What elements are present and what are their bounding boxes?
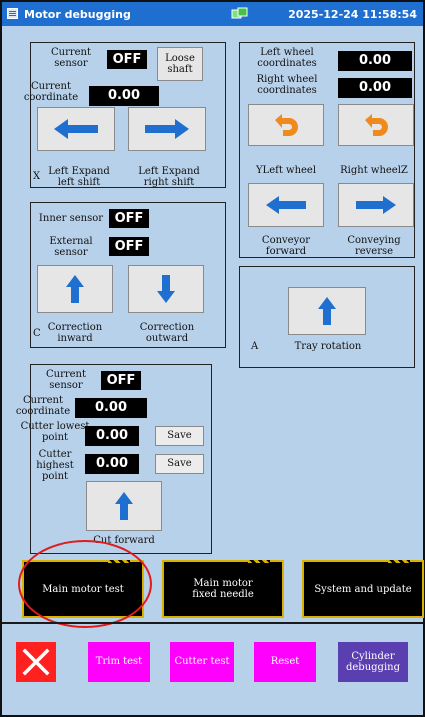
inner-sensor-label: Inner sensor xyxy=(38,213,104,224)
window-title: Motor debugging xyxy=(24,8,131,21)
close-icon xyxy=(22,648,50,676)
up-arrow-icon xyxy=(318,297,336,325)
correction-outward-button[interactable] xyxy=(128,265,204,313)
left-wheel-label: YLeft wheel xyxy=(255,165,317,176)
return-arrow-icon xyxy=(365,114,388,136)
tray-rotation-button[interactable] xyxy=(288,287,366,335)
save-lowest-point-button[interactable]: Save xyxy=(155,426,204,446)
conveying-reverse-button[interactable] xyxy=(338,183,414,227)
app-menu-icon xyxy=(7,8,18,19)
main-motor-test-label: Main motor test xyxy=(42,583,124,595)
left-wheel-coordinates-label: Left wheel coordinates xyxy=(257,47,317,69)
conveying-reverse-label: Conveying reverse xyxy=(347,235,401,257)
cutter-current-sensor-status: OFF xyxy=(101,371,141,390)
cutter-lowest-point-label: Cutter lowest point xyxy=(20,421,90,443)
left-wheel-coordinates-value: 0.00 xyxy=(338,51,412,71)
right-wheel-label: Right wheelZ xyxy=(340,165,408,176)
left-wheel-button[interactable] xyxy=(248,104,324,146)
system-and-update-button[interactable]: System and update xyxy=(302,560,424,618)
panel-tray: A Tray rotation xyxy=(239,266,415,368)
left-expand-right-shift-label: Left Expand right shift xyxy=(138,166,200,188)
network-icon xyxy=(231,7,248,19)
tray-rotation-label: Tray rotation xyxy=(294,341,362,352)
panel-shaft: Current sensor OFF Loose shaft Current c… xyxy=(24,42,226,188)
button-stripe xyxy=(248,560,270,563)
external-sensor-status: OFF xyxy=(109,237,149,256)
cut-forward-button[interactable] xyxy=(86,481,162,531)
trim-test-button[interactable]: Trim test xyxy=(88,642,150,682)
left-expand-right-shift-button[interactable] xyxy=(128,107,206,151)
cylinder-debugging-button[interactable]: Cylinder debugging xyxy=(338,642,408,682)
loose-shaft-button[interactable]: Loose shaft xyxy=(157,47,203,81)
cutter-lowest-point-value: 0.00 xyxy=(85,426,139,446)
external-sensor-label: External sensor xyxy=(49,236,93,258)
cutter-current-coordinate-value: 0.00 xyxy=(75,398,147,418)
right-wheel-coordinates-value: 0.00 xyxy=(338,78,412,98)
correction-inward-label: Correction inward xyxy=(47,322,103,344)
current-coordinate-value: 0.00 xyxy=(89,86,159,106)
motor-debugging-window: Motor debugging 2025-12-24 11:58:54 Curr… xyxy=(0,0,425,717)
panel-cutter: Current sensor OFF Current coordinate 0.… xyxy=(16,364,212,554)
current-sensor-status: OFF xyxy=(107,50,147,69)
left-arrow-icon xyxy=(54,119,98,139)
correction-outward-label: Correction outward xyxy=(139,322,195,344)
cutter-highest-point-label: Cutter highest point xyxy=(36,449,74,482)
return-arrow-icon xyxy=(275,114,298,136)
current-coordinate-label: Current coordinate xyxy=(23,81,79,103)
correction-inward-button[interactable] xyxy=(37,265,113,313)
system-and-update-label: System and update xyxy=(314,583,412,595)
reset-button[interactable]: Reset xyxy=(254,642,316,682)
datetime-display: 2025-12-24 11:58:54 xyxy=(288,8,417,21)
cutter-highest-point-value: 0.00 xyxy=(85,454,139,474)
close-button[interactable] xyxy=(16,642,56,682)
bottom-separator xyxy=(2,622,423,624)
cutter-test-button[interactable]: Cutter test xyxy=(170,642,234,682)
conveyor-forward-label: Conveyor forward xyxy=(261,235,311,257)
right-arrow-icon xyxy=(356,196,396,214)
left-expand-left-shift-button[interactable] xyxy=(37,107,115,151)
cutter-current-sensor-label: Current sensor xyxy=(45,369,87,391)
right-arrow-icon xyxy=(145,119,189,139)
main-motor-test-button[interactable]: Main motor test xyxy=(22,560,144,618)
cutter-current-coordinate-label: Current coordinate xyxy=(15,395,71,417)
up-arrow-icon xyxy=(115,492,133,520)
left-expand-left-shift-label: Left Expand left shift xyxy=(48,166,110,188)
save-highest-point-button[interactable]: Save xyxy=(155,454,204,474)
right-wheel-coordinates-label: Right wheel coordinates xyxy=(256,74,318,96)
axis-a-label: A xyxy=(251,341,259,352)
button-stripe xyxy=(388,560,410,563)
right-wheel-button[interactable] xyxy=(338,104,414,146)
left-arrow-icon xyxy=(266,196,306,214)
panel-correction: Inner sensor OFF External sensor OFF C C… xyxy=(30,202,226,348)
button-stripe xyxy=(108,560,130,563)
panel-wheels: Left wheel coordinates 0.00 Right wheel … xyxy=(239,42,415,258)
down-arrow-icon xyxy=(157,275,175,303)
title-bar: Motor debugging 2025-12-24 11:58:54 xyxy=(2,2,423,26)
main-motor-fixed-needle-label: Main motor fixed needle xyxy=(192,578,254,600)
main-motor-fixed-needle-button[interactable]: Main motor fixed needle xyxy=(162,560,284,618)
inner-sensor-status: OFF xyxy=(109,209,149,228)
conveyor-forward-button[interactable] xyxy=(248,183,324,227)
up-arrow-icon xyxy=(66,275,84,303)
current-sensor-label: Current sensor xyxy=(50,47,92,69)
cut-forward-label: Cut forward xyxy=(93,535,155,546)
